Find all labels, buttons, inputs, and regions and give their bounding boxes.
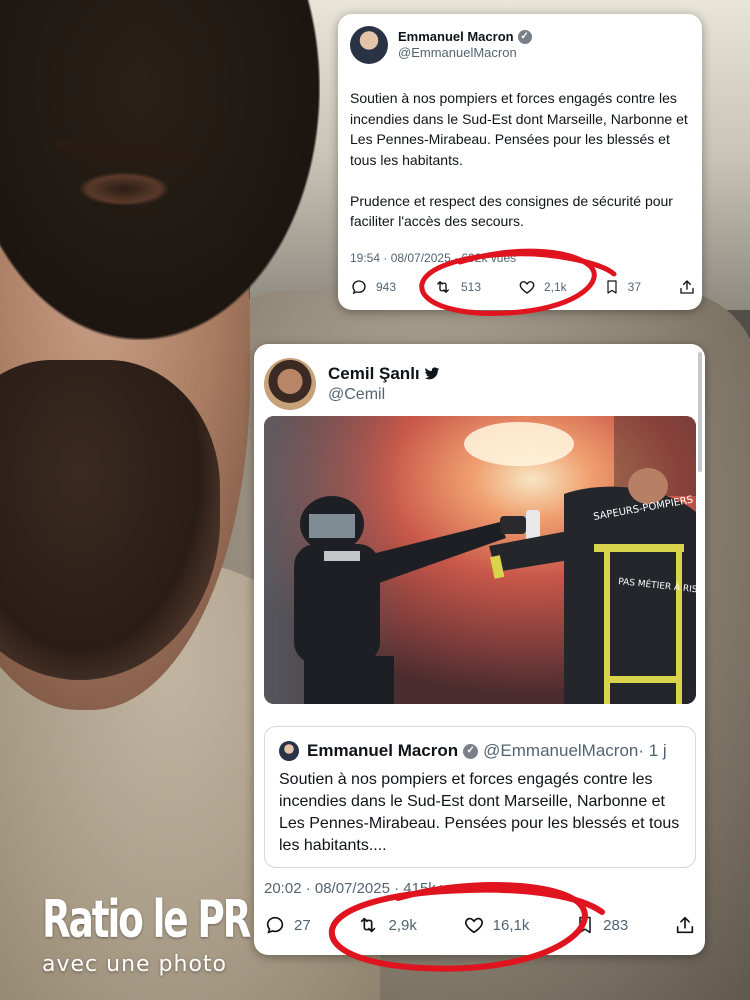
scrollbar[interactable]	[698, 352, 702, 472]
overlay-title: Ratio le PR	[42, 890, 252, 950]
author-name[interactable]: Cemil Şanlı	[328, 364, 420, 384]
retweet-button[interactable]: 513	[433, 278, 481, 296]
person-hair	[0, 0, 320, 340]
like-button[interactable]: 2,1k	[518, 278, 567, 296]
quoted-author-handle[interactable]: @EmmanuelMacron	[483, 741, 638, 761]
share-icon	[680, 280, 694, 294]
retweet-icon	[437, 281, 449, 293]
avatar[interactable]	[264, 358, 316, 410]
tweet-text: Soutien à nos pompiers et forces engagés…	[350, 90, 688, 229]
reply-count: 943	[376, 280, 397, 294]
bookmark-icon	[607, 280, 617, 294]
avatar[interactable]	[279, 741, 299, 761]
tweet-timestamp[interactable]: 19:54 · 08/07/2025 ·	[350, 251, 461, 265]
retweet-icon	[361, 917, 376, 933]
quoted-tweet-text: Soutien à nos pompiers et forces engagés…	[279, 771, 680, 854]
overlay-caption: Ratio le PR avec une photo	[42, 894, 330, 977]
author-handle[interactable]: @EmmanuelMacron	[398, 45, 532, 61]
tweet-card-macron[interactable]: Emmanuel Macron @EmmanuelMacron Soutien …	[338, 14, 702, 310]
bookmark-count: 37	[627, 280, 642, 294]
retweet-button[interactable]: 2,9k	[356, 914, 417, 936]
tweet-photo[interactable]: SAPEURS-POMPIERS EN COLÈRE PAS MÉTIER À …	[264, 416, 696, 704]
bookmark-icon	[579, 916, 591, 934]
twitter-bird-icon	[424, 367, 439, 380]
overlay-subtitle: avec une photo	[42, 952, 227, 977]
reply-button[interactable]: 943	[350, 278, 396, 296]
bookmark-count: 283	[603, 916, 629, 934]
like-button[interactable]: 16,1k	[463, 914, 530, 936]
tweet-card-cemil[interactable]: Cemil Şanlı @Cemil SAPEURS-POMPIERS PAS …	[254, 344, 705, 955]
protest-photo-illustration: SAPEURS-POMPIERS EN COLÈRE PAS MÉTIER À …	[264, 416, 696, 704]
tweet-meta: 19:54 · 08/07/2025 · 692k vues	[350, 251, 516, 265]
author-name[interactable]: Emmanuel Macron	[398, 29, 514, 45]
tweet-header: Cemil Şanlı @Cemil	[264, 358, 440, 410]
tweet-views: 415k vues	[403, 880, 472, 897]
quoted-author-name[interactable]: Emmanuel Macron	[307, 741, 458, 761]
share-button[interactable]	[678, 278, 696, 296]
author-handle[interactable]: @Cemil	[328, 385, 440, 404]
like-count: 16,1k	[492, 916, 530, 934]
tweet-header: Emmanuel Macron @EmmanuelMacron	[350, 26, 532, 64]
share-icon	[676, 916, 694, 934]
share-button[interactable]	[674, 914, 696, 936]
quoted-tweet-header: Emmanuel Macron @EmmanuelMacron · 1 j	[279, 741, 667, 761]
person-eye	[78, 172, 170, 206]
bookmark-button[interactable]: 283	[575, 914, 628, 936]
quoted-tweet[interactable]: Emmanuel Macron @EmmanuelMacron · 1 j So…	[264, 726, 696, 868]
verified-badge-icon	[463, 743, 479, 759]
bookmark-button[interactable]: 37	[604, 278, 641, 296]
retweet-count: 513	[461, 280, 482, 294]
tweet-actions: 943 513 2,1k 37	[350, 278, 696, 296]
retweet-count: 2,9k	[388, 916, 417, 934]
quoted-tweet-age: · 1 j	[638, 741, 667, 760]
like-count: 2,1k	[544, 280, 567, 294]
like-icon	[519, 281, 535, 294]
avatar[interactable]	[350, 26, 388, 64]
reply-icon	[352, 280, 366, 295]
like-icon	[464, 917, 483, 934]
tweet-views: 692k vues	[461, 251, 517, 265]
verified-badge-icon	[517, 30, 532, 45]
